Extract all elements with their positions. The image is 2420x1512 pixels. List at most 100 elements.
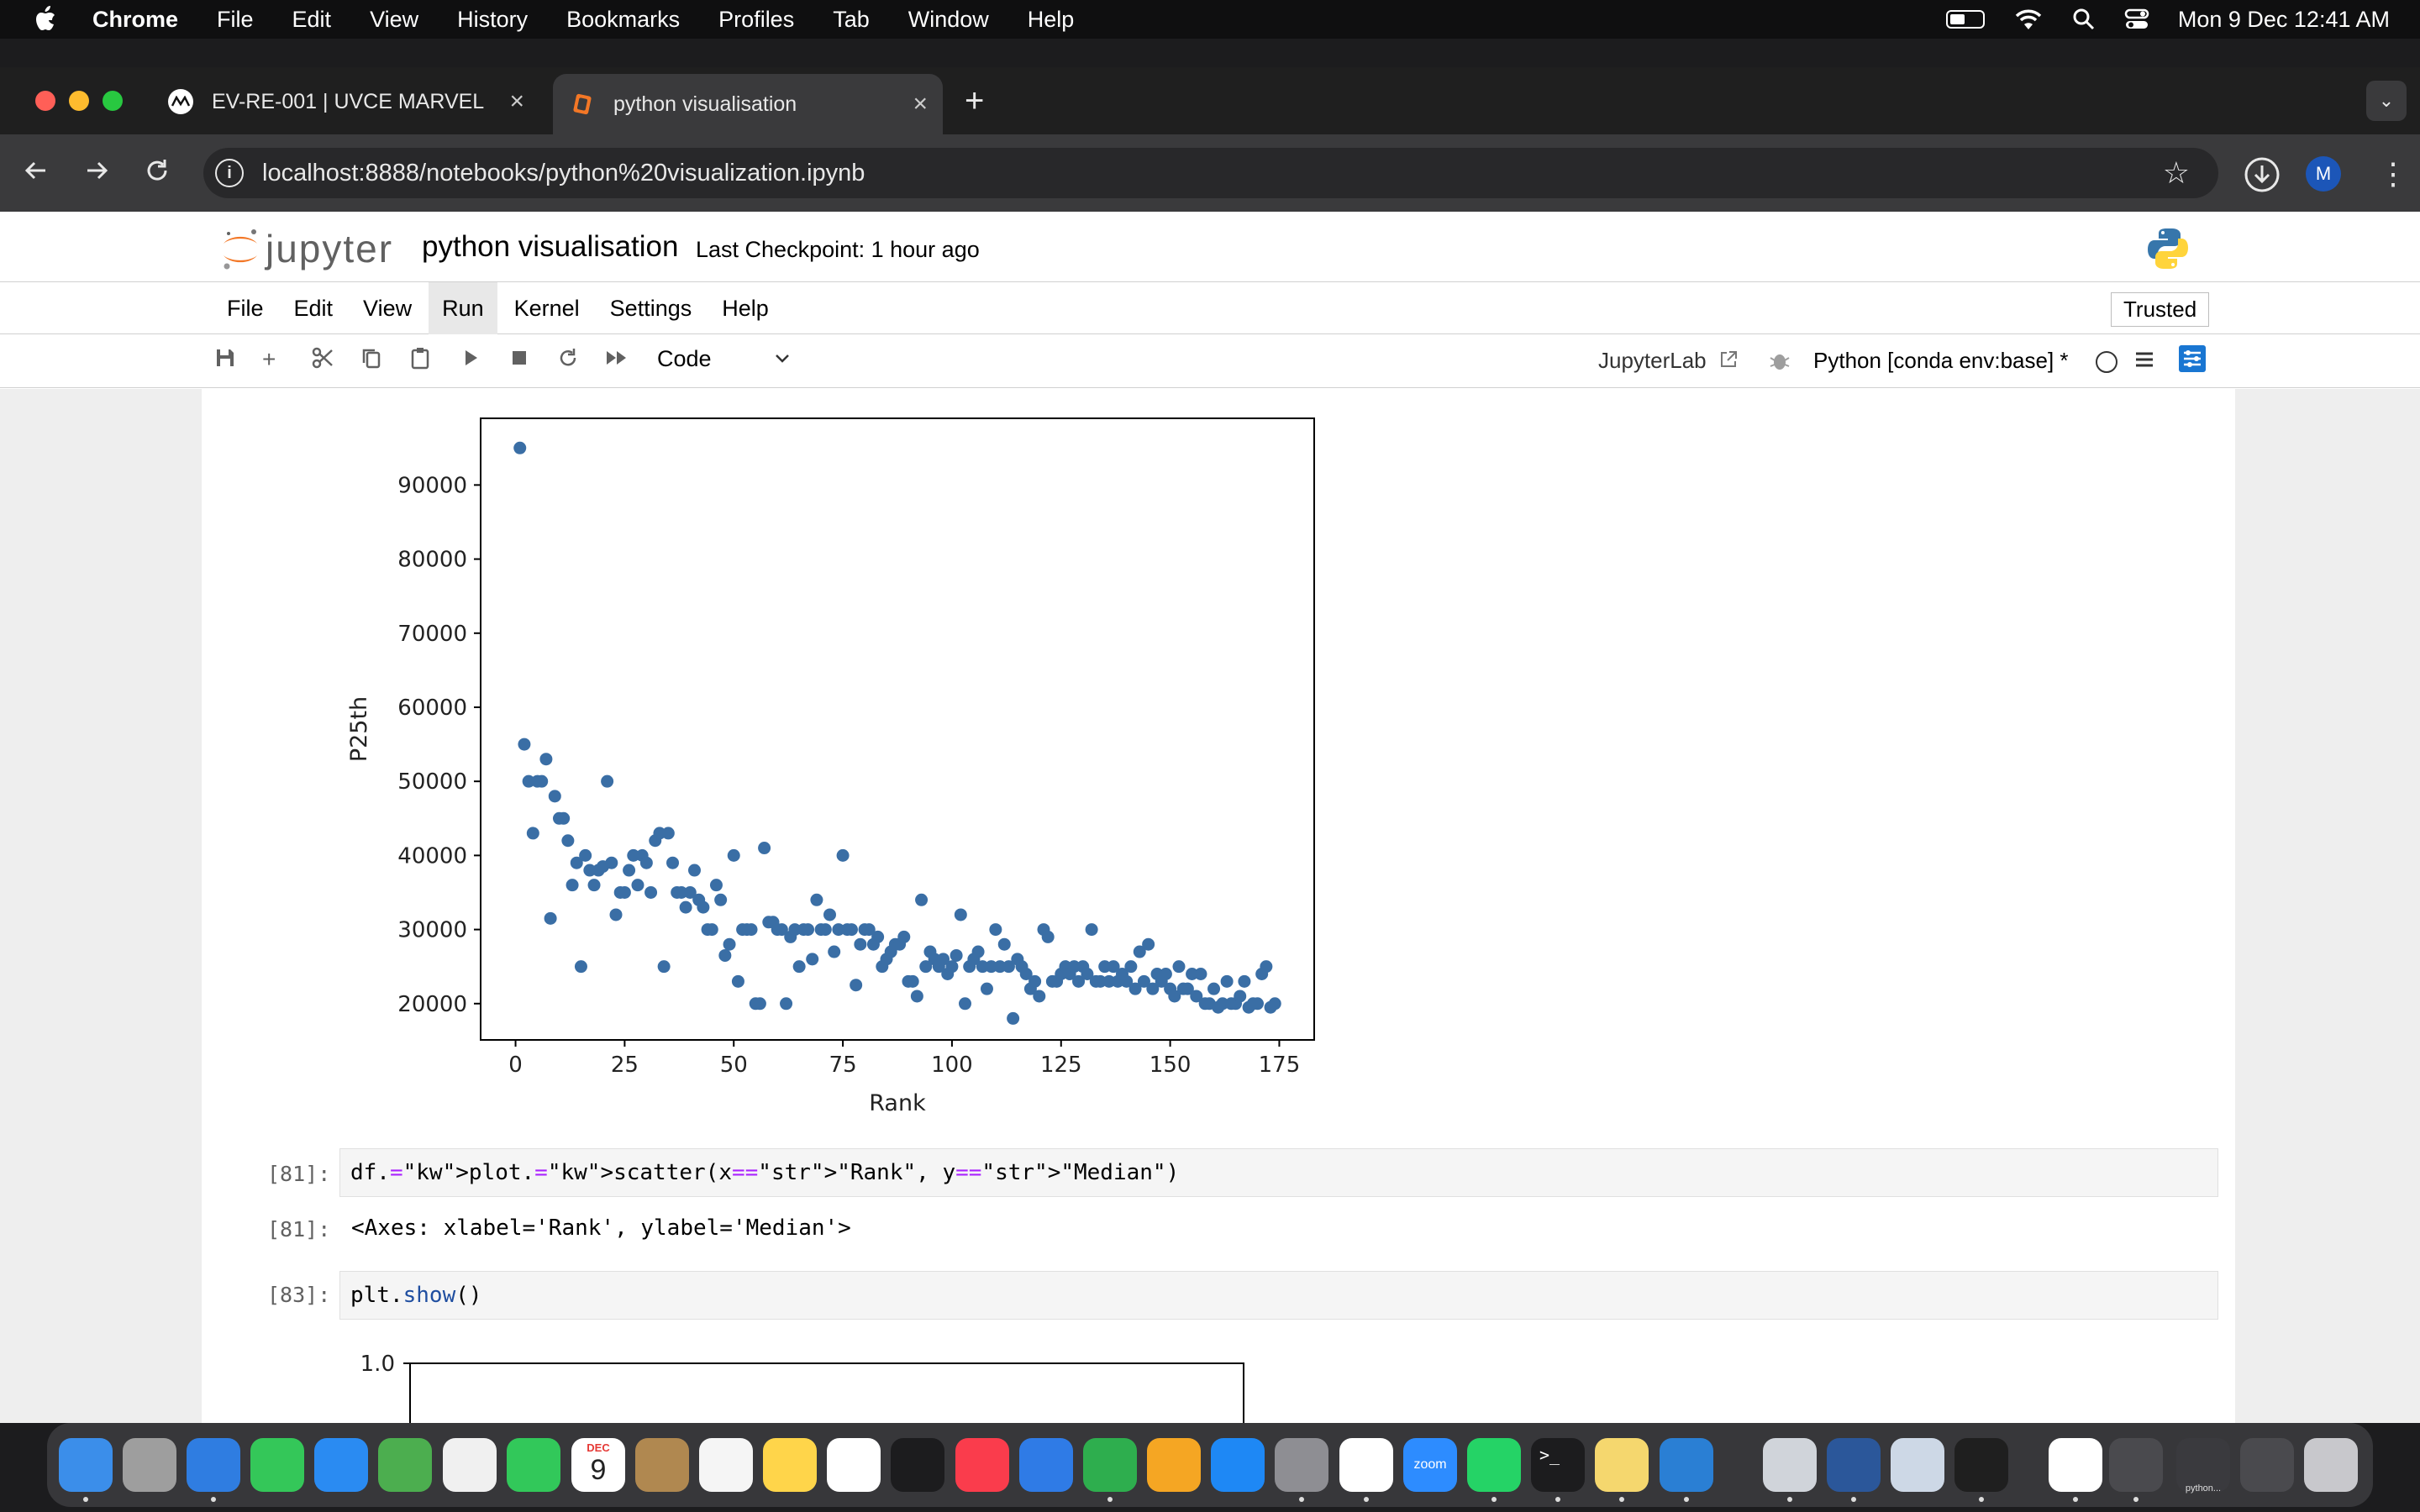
window-close-button[interactable] <box>35 91 55 111</box>
python-launcher-icon[interactable] <box>1595 1438 1649 1492</box>
numbers-icon[interactable] <box>1083 1438 1137 1492</box>
menu-history[interactable]: History <box>457 7 528 33</box>
kernel-name-button[interactable]: Python [conda env:base] * <box>1813 348 2069 374</box>
finder-icon[interactable] <box>59 1438 113 1492</box>
calendar-icon[interactable]: DEC 9 <box>571 1438 625 1492</box>
jupyter-logo[interactable]: jupyter <box>220 225 393 272</box>
notes-icon[interactable] <box>763 1438 817 1492</box>
whatsapp-icon[interactable] <box>1467 1438 1521 1492</box>
trash-icon[interactable] <box>2304 1438 2358 1492</box>
chrome-menu-kebab-icon[interactable]: ⋮ <box>2378 156 2408 192</box>
launchpad-icon[interactable] <box>123 1438 176 1492</box>
trusted-indicator[interactable]: Trusted <box>2111 292 2210 327</box>
open-jupyterlab-link[interactable]: JupyterLab <box>1598 348 1739 374</box>
messages-icon[interactable] <box>250 1438 304 1492</box>
site-info-icon[interactable]: i <box>215 159 244 187</box>
word-icon[interactable] <box>1827 1438 1881 1492</box>
add-cell-icon[interactable]: + <box>262 346 276 373</box>
window-zoom-button[interactable] <box>103 91 123 111</box>
jupyter-menu-settings[interactable]: Settings <box>597 282 706 334</box>
menu-bar-clock[interactable]: Mon 9 Dec 12:41 AM <box>2178 7 2390 33</box>
menu-view[interactable]: View <box>370 7 418 33</box>
jupyter-menu-help[interactable]: Help <box>708 282 782 334</box>
window-thumb-1-icon[interactable] <box>2109 1438 2163 1492</box>
safari-icon[interactable] <box>187 1438 240 1492</box>
music-icon[interactable] <box>955 1438 1009 1492</box>
copy-icon[interactable] <box>360 346 383 375</box>
reload-icon[interactable] <box>143 156 171 192</box>
menu-window[interactable]: Window <box>908 7 989 33</box>
contacts-icon[interactable] <box>635 1438 689 1492</box>
tab-close-icon[interactable]: × <box>509 87 524 116</box>
document-icon[interactable] <box>2049 1438 2102 1492</box>
appstore-icon[interactable] <box>1211 1438 1265 1492</box>
download-icon[interactable] <box>2244 156 2281 197</box>
restart-run-all-icon[interactable] <box>603 346 630 375</box>
menu-file[interactable]: File <box>217 7 254 33</box>
jupyter-menu-kernel[interactable]: Kernel <box>501 282 593 334</box>
cell-83-code-editor[interactable]: plt.show() <box>339 1271 2218 1320</box>
tab-python-visualisation[interactable]: python visualisation × <box>553 74 943 134</box>
photos-icon[interactable] <box>443 1438 497 1492</box>
cell-type-dropdown[interactable]: Code <box>657 346 792 372</box>
reminders-icon[interactable] <box>699 1438 753 1492</box>
notebook-title[interactable]: python visualisation <box>422 230 678 264</box>
notebook-panel[interactable]: 0 25 50 75 100 125 150 175 20000 30000 40000 50000 6… <box>0 389 2420 1423</box>
menu-help[interactable]: Help <box>1028 7 1075 33</box>
settings-icon[interactable] <box>1275 1438 1328 1492</box>
wifi-icon[interactable] <box>2013 8 2044 31</box>
tab-marvel[interactable]: EV-RE-001 | UVCE MARVEL × <box>151 76 539 128</box>
preview-icon[interactable] <box>1891 1438 1944 1492</box>
run-cell-icon[interactable] <box>459 346 482 375</box>
terminal-icon[interactable]: >_ <box>1531 1438 1585 1492</box>
window-thumb-2-icon[interactable]: python... <box>2176 1438 2230 1494</box>
new-tab-plus-icon[interactable]: + <box>965 82 984 120</box>
mail-icon[interactable] <box>314 1438 368 1492</box>
chrome-icon[interactable] <box>1339 1438 1393 1492</box>
interrupt-kernel-icon[interactable] <box>508 346 531 375</box>
battery-icon[interactable] <box>1945 10 1985 29</box>
jupyter-menu-view[interactable]: View <box>350 282 425 334</box>
cut-icon[interactable] <box>311 346 334 375</box>
window-minimize-button[interactable] <box>69 91 89 111</box>
zoom-icon[interactable]: zoom <box>1403 1438 1457 1492</box>
save-icon[interactable] <box>213 346 237 375</box>
tab-search-chevron-icon[interactable]: ⌄ <box>2366 81 2407 121</box>
menu-profiles[interactable]: Profiles <box>718 7 794 33</box>
scatter-point <box>959 997 972 1011</box>
activity-icon[interactable] <box>1954 1438 2008 1492</box>
forward-arrow-icon[interactable] <box>82 156 111 192</box>
back-arrow-icon[interactable] <box>22 156 50 192</box>
menu-bookmarks[interactable]: Bookmarks <box>566 7 680 33</box>
tab-close-icon[interactable]: × <box>913 90 928 118</box>
paste-icon[interactable] <box>408 346 432 375</box>
profile-avatar[interactable]: M <box>2306 156 2341 192</box>
window-thumb-3-icon[interactable] <box>2240 1438 2294 1492</box>
facetime-icon[interactable] <box>507 1438 560 1492</box>
menu-tab[interactable]: Tab <box>833 7 870 33</box>
app-name-menu[interactable]: Chrome <box>92 7 178 33</box>
jupyter-menu-bar: File Edit View Run Kernel Settings Help … <box>0 282 2420 334</box>
vscode-icon[interactable] <box>1660 1438 1713 1492</box>
address-bar[interactable]: i localhost:8888/notebooks/python%20visu… <box>203 148 2218 198</box>
keynote-icon[interactable] <box>1019 1438 1073 1492</box>
maps-icon[interactable] <box>378 1438 432 1492</box>
property-inspector-icon[interactable] <box>2178 344 2207 379</box>
control-center-icon[interactable] <box>2124 8 2149 31</box>
xcode-icon[interactable] <box>1763 1438 1817 1492</box>
restart-kernel-icon[interactable] <box>556 346 580 375</box>
bookmark-star-icon[interactable]: ☆ <box>2163 155 2190 191</box>
freeform-icon[interactable] <box>827 1438 881 1492</box>
apple-menu-icon[interactable] <box>32 5 57 34</box>
tv-icon[interactable] <box>891 1438 944 1492</box>
jupyter-menu-file[interactable]: File <box>213 282 277 334</box>
debugger-bug-icon[interactable] <box>1768 348 1791 379</box>
pages-icon[interactable] <box>1147 1438 1201 1492</box>
toc-list-icon[interactable] <box>2133 348 2156 377</box>
jupyter-menu-edit[interactable]: Edit <box>281 282 347 334</box>
menu-edit[interactable]: Edit <box>292 7 332 33</box>
jupyter-menu-run[interactable]: Run <box>429 282 497 334</box>
url-text[interactable]: localhost:8888/notebooks/python%20visual… <box>262 160 865 187</box>
cell-81-code-editor[interactable]: df.="kw">plot.="kw">scatter(x=="str">"Ra… <box>339 1148 2218 1197</box>
spotlight-search-icon[interactable] <box>2072 8 2096 31</box>
